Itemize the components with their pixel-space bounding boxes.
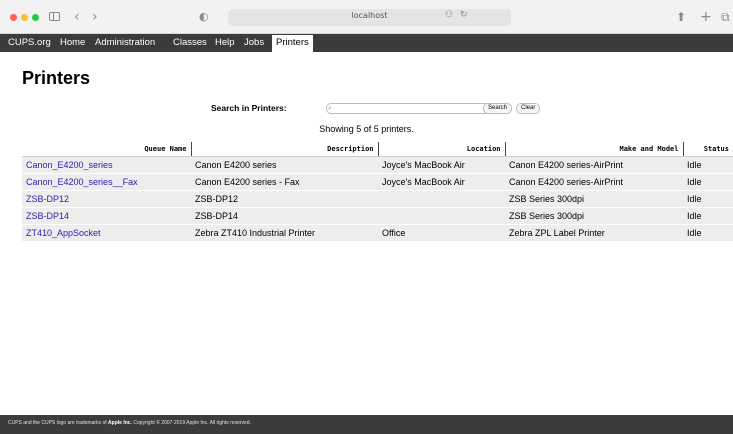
nav-classes[interactable]: Classes xyxy=(173,34,207,52)
privacy-shield-icon[interactable]: ◐ xyxy=(199,8,209,26)
printer-count-summary: Showing 5 of 5 printers. xyxy=(319,124,414,134)
header-queue-name[interactable]: Queue Name xyxy=(22,142,192,157)
status-cell: Idle xyxy=(683,173,733,191)
search-input[interactable] xyxy=(326,103,490,114)
header-status[interactable]: Status xyxy=(683,142,733,157)
description-cell: Canon E4200 series - Fax xyxy=(191,173,378,191)
page-footer: CUPS and the CUPS logo are trademarks of… xyxy=(0,415,733,434)
queue-name-cell: Canon_E4200_series__Fax xyxy=(22,173,191,191)
cups-nav-bar: CUPS.org Home Administration Classes Hel… xyxy=(0,34,733,52)
table-row: Canon_E4200_series__Fax Canon E4200 seri… xyxy=(22,173,733,191)
nav-printers[interactable]: Printers xyxy=(272,35,313,52)
queue-name-cell: ZT410_AppSocket xyxy=(22,224,191,242)
status-cell: Idle xyxy=(683,156,733,174)
queue-name-cell: Canon_E4200_series xyxy=(22,156,191,174)
address-bar[interactable]: localhost ⚇ ↻ xyxy=(228,9,511,26)
search-button[interactable]: Search xyxy=(483,103,513,114)
clear-button[interactable]: Clear xyxy=(516,103,541,114)
nav-administration[interactable]: Administration xyxy=(95,34,155,52)
search-icon: ⌕ xyxy=(328,104,332,112)
location-cell: Office xyxy=(378,224,505,242)
model-cell: ZSB Series 300dpi xyxy=(505,190,683,208)
back-arrow-icon[interactable]: ‹ xyxy=(74,8,80,26)
address-host: localhost xyxy=(351,11,388,20)
tab-overview-icon[interactable]: ⧉ xyxy=(721,8,730,26)
status-cell: Idle xyxy=(683,207,733,225)
zoom-window-button[interactable] xyxy=(32,14,39,21)
status-cell: Idle xyxy=(683,190,733,208)
new-tab-icon[interactable]: + xyxy=(700,8,712,26)
footer-company: Apple Inc. xyxy=(108,420,132,426)
table-header-row: Queue Name Description Location Make and… xyxy=(22,142,733,157)
browser-toolbar: ‹ › ◐ localhost ⚇ ↻ ⬆ + ⧉ xyxy=(0,0,733,34)
location-cell: Joyce's MacBook Air xyxy=(378,173,505,191)
search-label: Search in Printers: xyxy=(211,103,287,113)
close-window-button[interactable] xyxy=(10,14,17,21)
queue-link[interactable]: Canon_E4200_series__Fax xyxy=(26,177,138,187)
description-cell: ZSB-DP14 xyxy=(191,207,378,225)
location-cell xyxy=(378,190,505,208)
minimize-window-button[interactable] xyxy=(21,14,28,21)
queue-name-cell: ZSB-DP12 xyxy=(22,190,191,208)
header-location[interactable]: Location xyxy=(378,142,506,157)
status-cell: Idle xyxy=(683,224,733,242)
nav-cups-org[interactable]: CUPS.org xyxy=(8,34,51,52)
model-cell: Canon E4200 series-AirPrint xyxy=(505,156,683,174)
footer-suffix: Copyright © 2007-2019 Apple Inc. All rig… xyxy=(131,420,251,426)
nav-home[interactable]: Home xyxy=(60,34,85,52)
header-description[interactable]: Description xyxy=(191,142,379,157)
model-cell: Zebra ZPL Label Printer xyxy=(505,224,683,242)
location-cell xyxy=(378,207,505,225)
page-title: Printers xyxy=(22,68,91,88)
description-cell: Zebra ZT410 Industrial Printer xyxy=(191,224,378,242)
table-row: ZSB-DP12 ZSB-DP12 ZSB Series 300dpi Idle xyxy=(22,190,733,208)
location-cell: Joyce's MacBook Air xyxy=(378,156,505,174)
reload-icon[interactable]: ↻ xyxy=(460,10,468,20)
model-cell: ZSB Series 300dpi xyxy=(505,207,683,225)
table-row: ZSB-DP14 ZSB-DP14 ZSB Series 300dpi Idle xyxy=(22,207,733,225)
queue-link[interactable]: ZSB-DP14 xyxy=(26,211,69,221)
queue-link[interactable]: Canon_E4200_series xyxy=(26,160,113,170)
table-row: ZT410_AppSocket Zebra ZT410 Industrial P… xyxy=(22,224,733,242)
description-cell: ZSB-DP12 xyxy=(191,190,378,208)
footer-copyright: CUPS and the CUPS logo are trademarks of… xyxy=(8,420,251,426)
model-cell: Canon E4200 series-AirPrint xyxy=(505,173,683,191)
nav-help[interactable]: Help xyxy=(215,34,235,52)
printers-table: Queue Name Description Location Make and… xyxy=(22,142,733,242)
description-cell: Canon E4200 series xyxy=(191,156,378,174)
header-make-model[interactable]: Make and Model xyxy=(505,142,684,157)
share-icon[interactable]: ⬆ xyxy=(676,8,686,26)
sidebar-toggle-icon[interactable] xyxy=(49,12,60,21)
queue-name-cell: ZSB-DP14 xyxy=(22,207,191,225)
queue-link[interactable]: ZT410_AppSocket xyxy=(26,228,101,238)
footer-prefix: CUPS and the CUPS logo are trademarks of xyxy=(8,420,109,426)
table-row: Canon_E4200_series Canon E4200 series Jo… xyxy=(22,156,733,174)
queue-link[interactable]: ZSB-DP12 xyxy=(26,194,69,204)
forward-arrow-icon[interactable]: › xyxy=(92,8,98,26)
nav-jobs[interactable]: Jobs xyxy=(244,34,264,52)
translate-icon[interactable]: ⚇ xyxy=(445,10,453,20)
